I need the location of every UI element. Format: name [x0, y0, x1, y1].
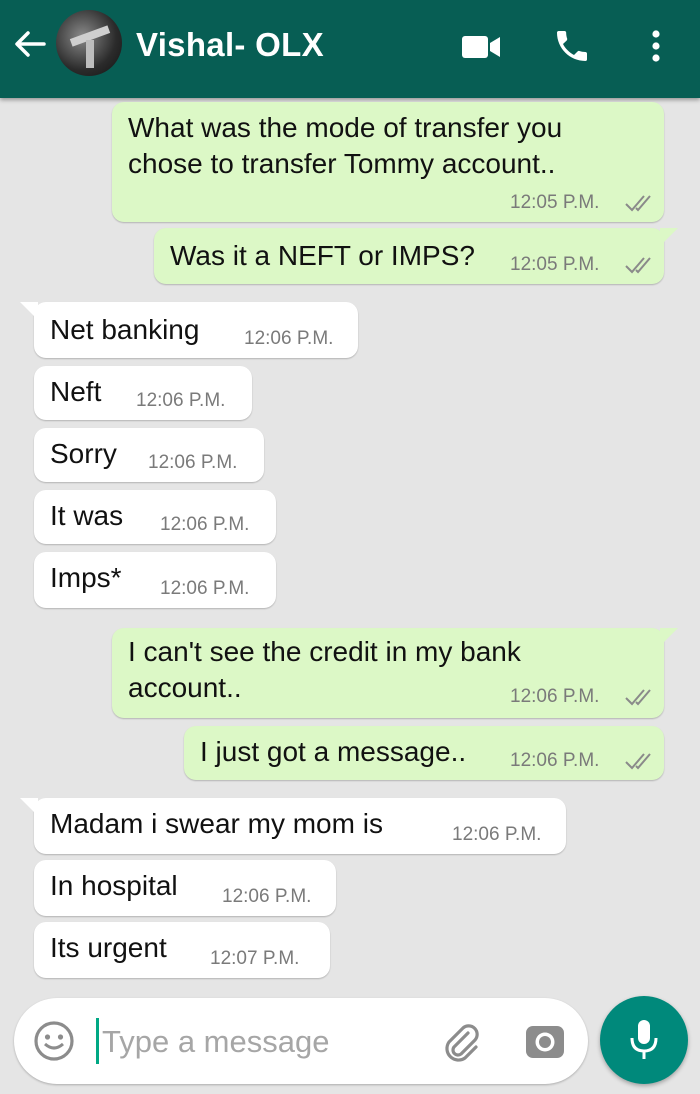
avatar[interactable]	[56, 10, 122, 76]
message-time: 12:06 P.M.	[160, 578, 250, 599]
back-button[interactable]	[10, 24, 50, 64]
incoming-message[interactable]: Neft 12:06 P.M.	[34, 366, 252, 420]
message-text: chose to transfer Tommy account..	[128, 148, 556, 179]
outgoing-message[interactable]: I can't see the credit in my bank accoun…	[112, 628, 678, 718]
message-time: 12:06 P.M.	[160, 514, 250, 535]
double-check-icon	[625, 689, 651, 706]
incoming-message[interactable]: Imps* 12:06 P.M.	[34, 552, 276, 608]
message-time: 12:07 P.M.	[210, 948, 300, 969]
video-camera-icon	[462, 36, 500, 58]
message-text: Sorry	[50, 438, 117, 469]
outgoing-message[interactable]: Was it a NEFT or IMPS? 12:05 P.M.	[154, 228, 678, 284]
outgoing-message[interactable]: What was the mode of transfer you chose …	[112, 102, 664, 222]
outgoing-message[interactable]: I just got a message.. 12:06 P.M.	[184, 726, 664, 780]
incoming-message[interactable]: Its urgent 12:07 P.M.	[34, 922, 330, 978]
message-text: Neft	[50, 376, 102, 407]
text-caret	[96, 1018, 99, 1064]
incoming-message[interactable]: It was 12:06 P.M.	[34, 490, 276, 544]
menu-button[interactable]	[638, 26, 674, 66]
message-text: Madam i swear my mom is	[50, 808, 383, 839]
chat-header: Vishal- OLX	[0, 0, 700, 98]
message-text: Imps*	[50, 562, 122, 593]
voice-call-button[interactable]	[552, 26, 592, 66]
message-time: 12:06 P.M.	[510, 750, 600, 771]
incoming-message[interactable]: Sorry 12:06 P.M.	[34, 428, 264, 482]
message-text: Net banking	[50, 314, 200, 345]
emoji-icon	[34, 1021, 74, 1061]
message-composer	[14, 998, 588, 1084]
message-text: Was it a NEFT or IMPS?	[170, 240, 475, 271]
message-text: I can't see the credit in my bank	[128, 636, 521, 667]
message-time: 12:06 P.M.	[136, 390, 226, 411]
message-time: 12:05 P.M.	[510, 254, 600, 275]
double-check-icon	[625, 753, 651, 770]
paperclip-icon	[445, 1024, 479, 1062]
video-call-button[interactable]	[460, 26, 500, 66]
message-text: I just got a message..	[200, 736, 467, 767]
double-check-icon	[625, 257, 651, 274]
message-time: 12:06 P.M.	[222, 886, 312, 907]
emoji-button[interactable]	[32, 1019, 76, 1063]
contact-name[interactable]: Vishal- OLX	[136, 26, 324, 64]
message-text: It was	[50, 500, 124, 531]
camera-icon	[526, 1026, 564, 1058]
message-input[interactable]	[100, 1018, 424, 1066]
arrow-left-icon	[15, 31, 46, 57]
incoming-message[interactable]: Madam i swear my mom is 12:06 P.M.	[20, 798, 566, 854]
message-time: 12:06 P.M.	[244, 328, 334, 349]
incoming-message[interactable]: In hospital 12:06 P.M.	[34, 860, 336, 916]
message-time: 12:06 P.M.	[452, 824, 542, 845]
message-time: 12:06 P.M.	[510, 686, 600, 707]
phone-icon	[557, 31, 587, 61]
incoming-message[interactable]: Net banking 12:06 P.M.	[20, 302, 358, 358]
message-text: account..	[128, 672, 242, 703]
message-text: In hospital	[50, 870, 178, 901]
microphone-icon	[630, 1020, 658, 1059]
message-list[interactable]: What was the mode of transfer you chose …	[0, 98, 700, 988]
message-time: 12:05 P.M.	[510, 192, 600, 213]
double-check-icon	[625, 195, 651, 212]
message-text: What was the mode of transfer you	[128, 112, 563, 143]
attach-button[interactable]	[438, 1019, 484, 1065]
voice-message-button[interactable]	[600, 996, 688, 1084]
message-text: Its urgent	[50, 932, 167, 963]
more-vert-icon	[652, 30, 660, 62]
message-time: 12:06 P.M.	[148, 452, 238, 473]
camera-button[interactable]	[522, 1018, 568, 1064]
